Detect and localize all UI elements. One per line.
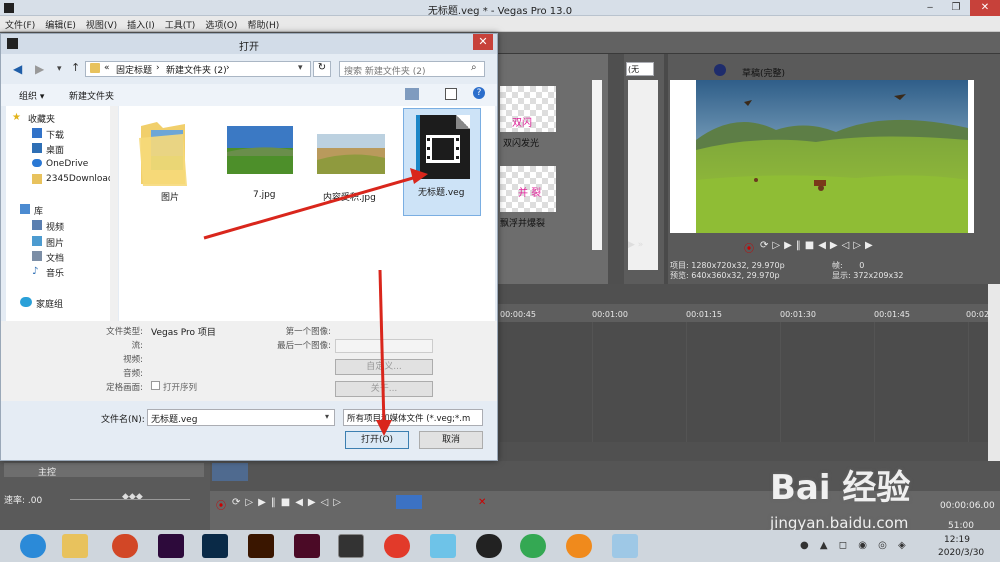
clock-time: 12:19 bbox=[944, 535, 970, 545]
qq-icon[interactable] bbox=[476, 534, 502, 558]
indesign-icon[interactable] bbox=[294, 534, 320, 558]
chrome-icon[interactable] bbox=[520, 534, 546, 558]
illustrator-icon[interactable] bbox=[248, 534, 274, 558]
arrow-head bbox=[376, 420, 392, 436]
clock-date: 2020/3/30 bbox=[938, 548, 985, 558]
photoshop-icon[interactable] bbox=[202, 534, 228, 558]
system-tray-icons[interactable]: ● ▲ ◻ ◉ ◎ ◈ bbox=[800, 540, 910, 551]
browser-icon[interactable] bbox=[566, 534, 592, 558]
app-icon[interactable] bbox=[612, 534, 638, 558]
premiere-icon[interactable] bbox=[158, 534, 184, 558]
app-icon[interactable] bbox=[384, 534, 410, 558]
file-explorer-icon[interactable] bbox=[62, 534, 88, 558]
vegas-taskbar-icon[interactable] bbox=[338, 534, 364, 558]
start-icon[interactable] bbox=[20, 534, 46, 558]
arrow-to-open bbox=[378, 269, 386, 427]
app-icon[interactable] bbox=[430, 534, 456, 558]
powerpoint-icon[interactable] bbox=[112, 534, 138, 558]
arrow-to-file bbox=[203, 174, 421, 240]
tutorial-arrows bbox=[203, 168, 428, 436]
arrow-head bbox=[410, 168, 428, 184]
